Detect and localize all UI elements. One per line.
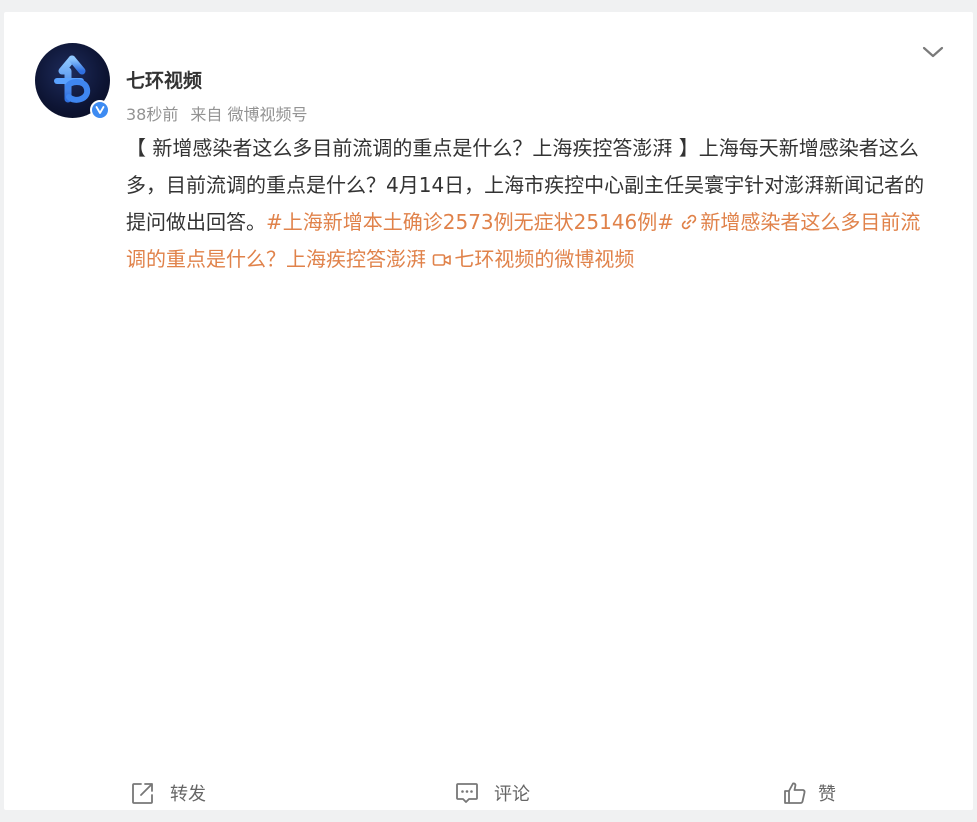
link-icon [682,214,697,230]
post-source[interactable]: 微博视频号 [227,105,307,124]
share-arrow-icon [130,780,156,806]
hashtag-link[interactable]: #上海新增本土确诊2573例无症状25146例# [266,210,674,234]
video-camera-icon [433,254,452,266]
video-link-label: 七环视频的微博视频 [454,247,635,271]
like-label: 赞 [818,784,836,805]
post-meta: 38秒前 来自 微博视频号 [126,104,308,126]
post-text: 【 新增感染者这么多目前流调的重点是什么？上海疾控答澎湃 】上海每天新增感染者这… [126,130,938,278]
post-time[interactable]: 38秒前 [126,105,178,124]
author-name[interactable]: 七环视频 [126,69,202,93]
weibo-post-card: 七环视频 38秒前 来自 微博视频号 【 新增感染者这么多目前流调的重点是什么？上… [4,12,973,810]
source-prefix: 来自 [190,105,223,124]
chevron-down-icon[interactable] [921,40,945,64]
verified-v-icon [90,100,110,120]
comment-button[interactable]: 评论 [454,778,530,808]
comment-bubble-icon [454,780,480,806]
forward-button[interactable]: 转发 [130,778,206,808]
thumbs-up-icon [782,780,808,806]
comment-label: 评论 [494,784,530,805]
forward-label: 转发 [170,784,206,805]
like-button[interactable]: 赞 [782,778,836,808]
video-link[interactable]: 七环视频的微博视频 [432,247,634,271]
